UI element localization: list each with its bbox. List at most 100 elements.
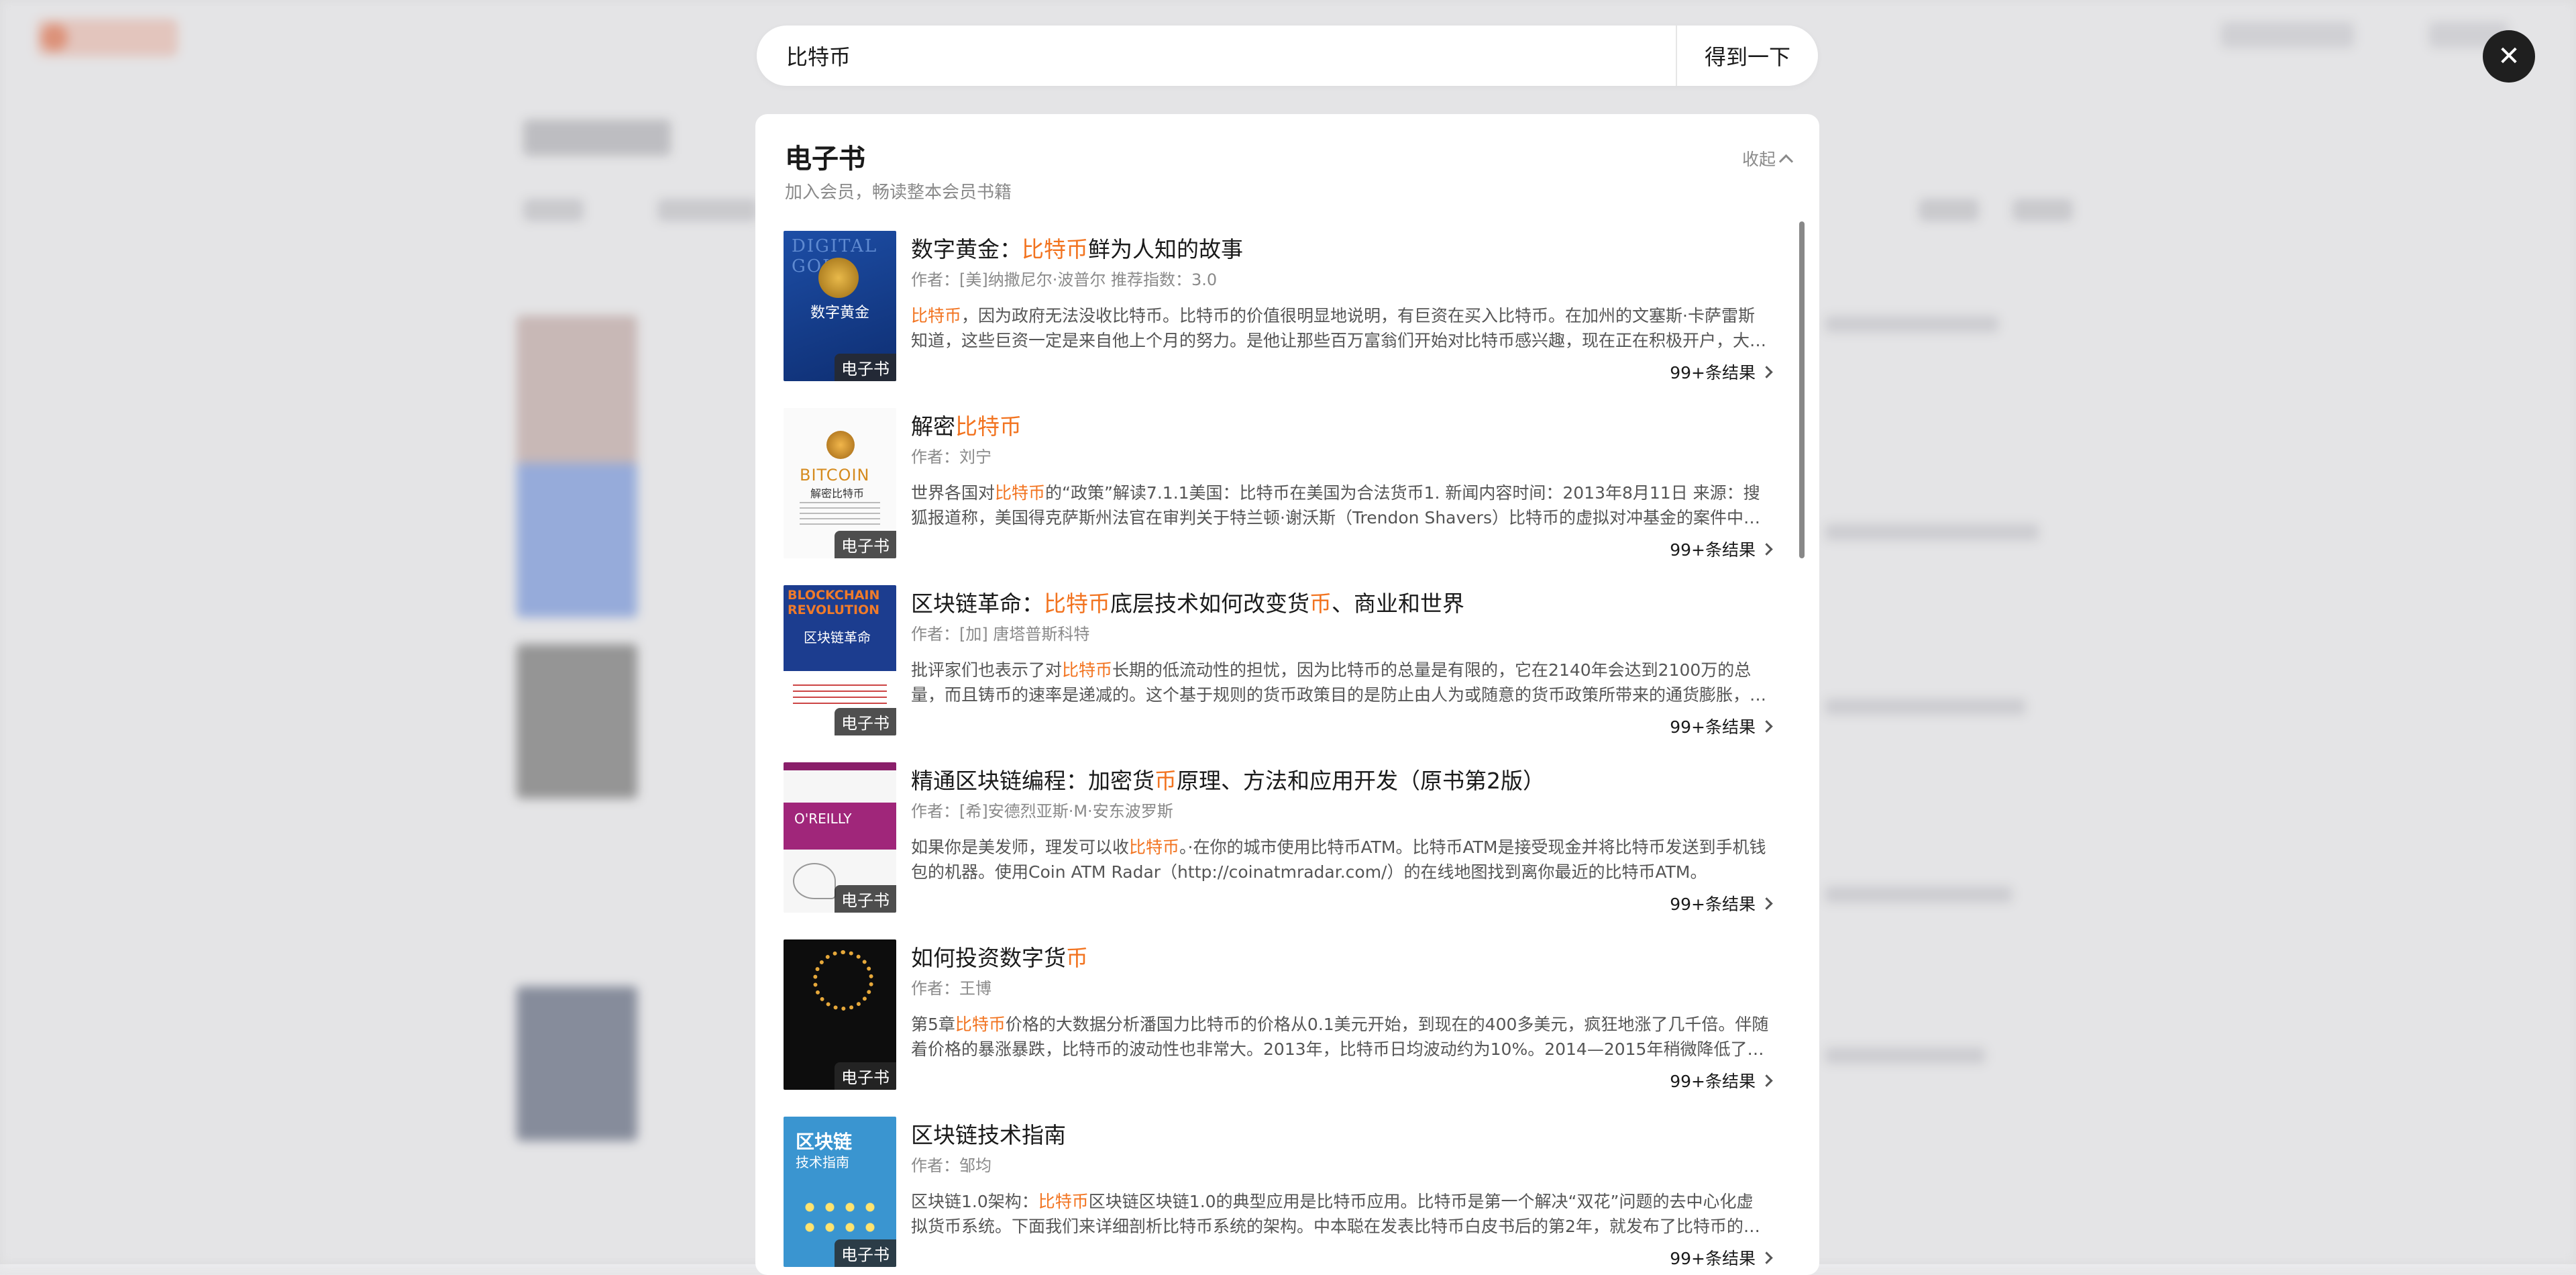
book-excerpt: 如果你是美发师，理发可以收比特币。·在你的城市使用比特币ATM。比特币ATM是接… [911, 835, 1771, 884]
title-text: 解密 [911, 413, 955, 440]
more-results-link[interactable]: 99+条结果 [1670, 1068, 1773, 1092]
excerpt-text: 如果你是美发师，理发可以收 [911, 837, 1130, 857]
more-results-link[interactable]: 99+条结果 [1670, 891, 1773, 915]
book-author: 作者：[希]安德烈亚斯·M·安东波罗斯 [911, 802, 1173, 821]
book-cover[interactable]: BLOCKCHAIN REVOLUTION 区块链革命电子书 [784, 585, 896, 735]
book-author: 作者：[美]纳撒尼尔·波普尔 推荐指数：3.0 [911, 270, 1218, 289]
close-icon: ✕ [2498, 41, 2520, 72]
cover-band [784, 762, 896, 770]
chevron-right-icon [1760, 1251, 1773, 1264]
book-title[interactable]: 数字黄金：比特币鲜为人知的故事 [911, 235, 1771, 264]
book-excerpt: 比特币，因为政府无法没收比特币。比特币的价值很明显地说明，有巨资在买入比特币。在… [911, 303, 1771, 353]
book-result-item[interactable]: BLOCKCHAIN REVOLUTION 区块链革命 电子书 区块链革命：比特币底层… [784, 585, 1773, 762]
title-text: 精通区块链编程：加密货 [911, 768, 1155, 794]
book-title[interactable]: 区块链革命：比特币底层技术如何改变货币、商业和世界 [911, 589, 1771, 619]
cover-lines [800, 502, 880, 529]
title-highlight: 币 [1155, 768, 1177, 794]
book-excerpt: 世界各国对比特币的“政策”解读7.1.1美国：比特币在美国为合法货币1. 新闻内… [911, 480, 1771, 530]
cover-t2: 解密比特币 [810, 487, 865, 500]
excerpt-text: 价格的大数据分析潘国力比特币的价格从0.1美元开始，到现在的400多美元，疯狂地… [911, 1015, 1769, 1059]
title-text: 区块链技术指南 [911, 1122, 1066, 1148]
cover-coin [826, 431, 855, 459]
cover-t2: 数字黄金 [810, 305, 870, 321]
search-bar: 得到一下 [757, 25, 1818, 87]
panel-title: 电子书 [785, 144, 865, 174]
cover-bird [793, 863, 836, 899]
more-results-label: 99+条结果 [1670, 895, 1756, 914]
excerpt-text: 第5章 [911, 1015, 955, 1034]
book-cover[interactable]: BITCOIN 解密比特币 电子书 [784, 408, 896, 558]
book-result-item[interactable]: DIGITAL GOLD数字黄金电子书数字黄金：比特币鲜为人知的故事作者：[美]… [784, 231, 1773, 408]
scrollbar-thumb[interactable] [1799, 221, 1805, 558]
book-author: 作者：刘宁 [911, 448, 991, 466]
title-highlight: 币 [1066, 945, 1088, 971]
title-text: 、商业和世界 [1332, 591, 1464, 617]
more-results-label: 99+条结果 [1670, 1249, 1756, 1268]
book-cover[interactable]: 区块链 技术指南 电子书 [784, 1117, 896, 1267]
chevron-right-icon [1760, 542, 1773, 556]
ebook-results-panel: 电子书 加入会员，畅读整本会员书籍 收起 DIGITAL GOLD数字黄金电子书… [755, 114, 1819, 1275]
book-excerpt: 区块链1.0架构：比特币区块链区块链1.0的典型应用是比特币应用。比特币是第一个… [911, 1189, 1771, 1239]
book-info: 数字黄金：比特币鲜为人知的故事作者：[美]纳撒尼尔·波普尔 推荐指数：3.0 比特… [911, 231, 1771, 353]
cover-t1: BLOCKCHAIN REVOLUTION [788, 588, 880, 617]
ebook-badge: 电子书 [835, 1239, 896, 1267]
chevron-right-icon [1760, 719, 1773, 733]
book-author: 作者：[加] 唐塔普斯科特 [911, 625, 1090, 644]
title-text: 如何投资数字货 [911, 945, 1066, 971]
book-author: 作者：王博 [911, 979, 991, 998]
cover-t2: 区块链革命 [804, 629, 871, 646]
search-input[interactable] [757, 25, 1676, 87]
excerpt-text: 世界各国对 [911, 483, 996, 503]
cover-red [793, 684, 887, 709]
title-text: 区块链革命： [911, 591, 1044, 617]
ebook-badge: 电子书 [835, 531, 896, 558]
cover-coin [818, 258, 859, 298]
title-text: 原理、方法和应用开发（原书第2版） [1177, 768, 1545, 794]
more-results-label: 99+条结果 [1670, 1072, 1756, 1091]
ebook-badge: 电子书 [835, 885, 896, 913]
excerpt-highlight: 比特币 [1129, 837, 1180, 857]
book-excerpt: 第5章比特币价格的大数据分析潘国力比特币的价格从0.1美元开始，到现在的400多… [911, 1012, 1771, 1062]
more-results-link[interactable]: 99+条结果 [1670, 1245, 1773, 1270]
close-button[interactable]: ✕ [2483, 30, 2535, 83]
book-info: 区块链革命：比特币底层技术如何改变货币、商业和世界作者：[加] 唐塔普斯科特批评… [911, 585, 1771, 707]
chevron-right-icon [1760, 897, 1773, 910]
collapse-label: 收起 [1741, 150, 1776, 169]
excerpt-text: 区块链1.0架构： [911, 1192, 1038, 1211]
excerpt-highlight: 比特币 [1038, 1192, 1089, 1211]
book-info: 解密比特币作者：刘宁世界各国对比特币的“政策”解读7.1.1美国：比特币在美国为… [911, 408, 1771, 530]
cover-t1: O'REILLY [794, 811, 852, 827]
more-results-link[interactable]: 99+条结果 [1670, 360, 1773, 384]
title-highlight: 比特币 [955, 413, 1022, 440]
more-results-label: 99+条结果 [1670, 717, 1756, 737]
cover-t1: 区块链 [796, 1131, 853, 1153]
more-results-label: 99+条结果 [1670, 540, 1756, 560]
book-cover[interactable]: 电子书 [784, 939, 896, 1090]
title-text: 底层技术如何改变货 [1110, 591, 1309, 617]
book-title[interactable]: 精通区块链编程：加密货币原理、方法和应用开发（原书第2版） [911, 766, 1771, 796]
book-result-item[interactable]: O'REILLY 电子书 精通区块链编程：加密货币原理、方法和应用开发（原书第2版）… [784, 762, 1773, 939]
book-excerpt: 批评家们也表示了对比特币长期的低流动性的担忧，因为比特币的总量是有限的，它在21… [911, 658, 1771, 707]
book-result-item[interactable]: 区块链 技术指南 电子书 区块链技术指南 作者：邹均 区块链1.0架构：比特币区块链区块链… [784, 1117, 1773, 1275]
ebook-badge: 电子书 [835, 708, 896, 735]
book-title[interactable]: 如何投资数字货币 [911, 944, 1771, 973]
book-info: 区块链技术指南 作者：邹均 区块链1.0架构：比特币区块链区块链1.0的典型应用是比… [911, 1117, 1771, 1239]
book-title[interactable]: 解密比特币 [911, 412, 1771, 442]
book-title[interactable]: 区块链技术指南 [911, 1121, 1771, 1150]
excerpt-text: ，因为政府无法没收比特币。比特币的价值很明显地说明，有巨资在买入比特币。在加州的… [911, 306, 1767, 350]
book-result-item[interactable]: BITCOIN 解密比特币 电子书 解密比特币 作者：刘宁 世界各国对比特币的“政策”解读… [784, 408, 1773, 585]
book-result-item[interactable]: 电子书 如何投资数字货币作者：王博第5章比特币价格的大数据分析潘国力比特币的价格从… [784, 939, 1773, 1117]
book-cover[interactable]: O'REILLY 电子书 [784, 762, 896, 913]
title-highlight: 比特币 [1022, 236, 1088, 262]
book-info: 精通区块链编程：加密货币原理、方法和应用开发（原书第2版） 作者：[希]安德烈亚斯… [911, 762, 1771, 884]
collapse-button[interactable]: 收起 [1741, 146, 1794, 170]
ebook-badge: 电子书 [835, 1062, 896, 1090]
search-button[interactable]: 得到一下 [1677, 26, 1818, 86]
excerpt-highlight: 比特币 [911, 306, 962, 325]
chevron-right-icon [1760, 365, 1773, 378]
book-cover[interactable]: DIGITAL GOLD数字黄金电子书 [784, 231, 896, 381]
more-results-link[interactable]: 99+条结果 [1670, 537, 1773, 561]
more-results-link[interactable]: 99+条结果 [1670, 714, 1773, 738]
cover-ring [813, 950, 873, 1011]
cover-dots [800, 1197, 880, 1237]
